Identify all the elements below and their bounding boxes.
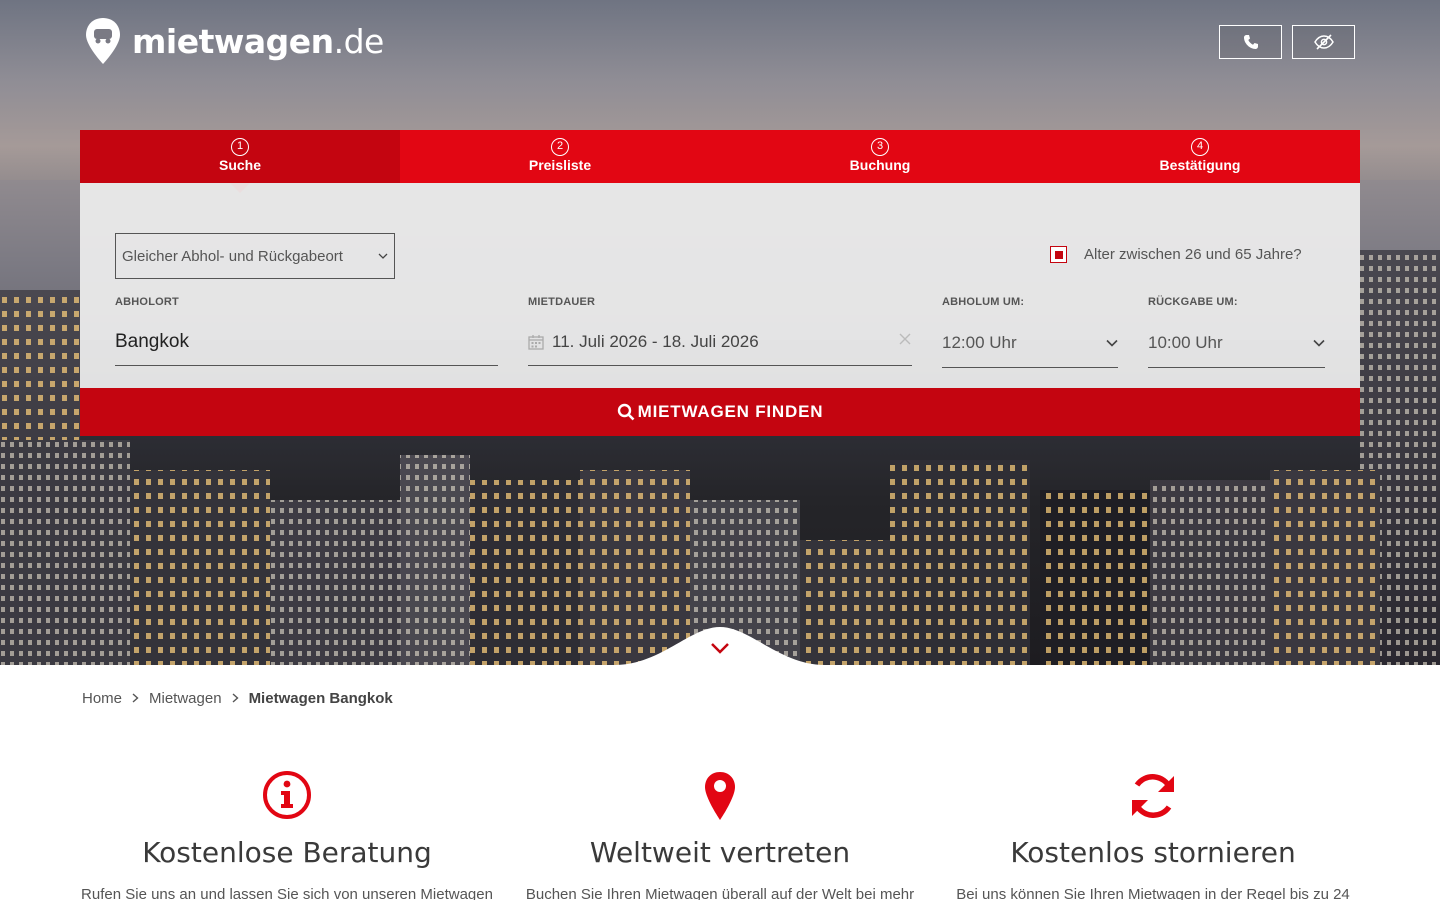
step-number: 4 [1191, 138, 1209, 156]
feature-free-advice: Kostenlose Beratung Rufen Sie uns an und… [72, 770, 502, 900]
privacy-toggle-button[interactable] [1292, 25, 1355, 59]
rental-duration-label: MIETDAUER [528, 296, 596, 308]
eye-slash-icon [1313, 34, 1334, 50]
feature-title: Weltweit vertreten [589, 836, 851, 869]
chevron-right-icon [232, 692, 239, 706]
pickup-location-label: ABHOLORT [115, 296, 179, 308]
step-label: Bestätigung [1159, 157, 1241, 173]
chevron-down-icon [711, 643, 729, 654]
chevron-down-icon [1106, 339, 1118, 347]
pickup-time-label: ABHOLUM UM: [942, 296, 1025, 308]
rental-duration-value: 11. Juli 2026 - 18. Juli 2026 [552, 331, 759, 351]
step-label: Suche [218, 157, 261, 173]
step-bestaetigung[interactable]: 4 Bestätigung [1040, 130, 1360, 183]
pickup-time-value: 12:00 Uhr [942, 332, 1017, 352]
return-location-value: Gleicher Abhol- und Rückgabeort [122, 247, 343, 265]
feature-title: Kostenlos stornieren [1010, 836, 1296, 869]
chevron-down-icon [378, 253, 388, 259]
phone-button[interactable] [1219, 25, 1282, 59]
return-time-label: RÜCKGABE UM: [1148, 296, 1238, 308]
step-number: 1 [231, 138, 249, 156]
checkbox-box[interactable] [1050, 246, 1067, 263]
info-circle-icon [263, 771, 311, 819]
feature-worldwide: Weltweit vertreten Buchen Sie Ihren Miet… [505, 770, 935, 900]
chevron-right-icon [132, 692, 139, 706]
scroll-down-button[interactable] [705, 636, 735, 660]
site-logo[interactable]: mietwagen.de [84, 16, 384, 66]
logo-wordmark: mietwagen.de [132, 22, 384, 61]
feature-text: Bei uns können Sie Ihren Mietwagen in de… [956, 886, 1350, 900]
clear-icon[interactable] [898, 332, 912, 346]
feature-text: Rufen Sie uns an und lassen Sie sich von… [81, 886, 493, 900]
find-cars-label: MIETWAGEN FINDEN [637, 402, 824, 421]
step-suche[interactable]: 1 Suche [80, 130, 400, 193]
breadcrumb-current: Mietwagen Bangkok [248, 690, 393, 707]
age-checkbox[interactable]: Alter zwischen 26 und 65 Jahre? [1050, 246, 1302, 263]
feature-text: Buchen Sie Ihren Mietwagen überall auf d… [525, 886, 915, 900]
map-marker-icon [705, 772, 735, 820]
pickup-location-input[interactable]: Bangkok [115, 318, 498, 366]
step-number: 2 [551, 138, 569, 156]
search-icon [617, 403, 635, 421]
logo-tld: .de [333, 21, 385, 61]
calendar-icon [528, 334, 544, 350]
step-label: Buchung [849, 157, 911, 173]
pickup-time-select[interactable]: 12:00 Uhr [942, 318, 1118, 368]
refresh-icon [1132, 774, 1174, 818]
logo-main: mietwagen [132, 21, 334, 61]
pickup-location-value: Bangkok [115, 330, 189, 352]
return-time-select[interactable]: 10:00 Uhr [1148, 318, 1325, 368]
search-widget: 1 Suche 2 Preisliste 3 Buchung 4 Bestäti… [80, 130, 1360, 436]
step-label: Preisliste [528, 157, 592, 173]
step-number: 3 [871, 138, 889, 156]
step-buchung[interactable]: 3 Buchung [720, 130, 1040, 183]
car-pin-icon [86, 18, 120, 64]
phone-icon [1243, 35, 1258, 49]
breadcrumb: Home Mietwagen Mietwagen Bangkok [82, 690, 393, 707]
return-time-value: 10:00 Uhr [1148, 332, 1223, 352]
step-preisliste[interactable]: 2 Preisliste [400, 130, 720, 183]
feature-title: Kostenlose Beratung [142, 836, 432, 869]
chevron-down-icon [1313, 339, 1325, 347]
rental-duration-input[interactable]: 11. Juli 2026 - 18. Juli 2026 [528, 318, 912, 366]
feature-free-cancellation: Kostenlos stornieren Bei uns können Sie … [938, 770, 1368, 900]
breadcrumb-mietwagen[interactable]: Mietwagen [149, 690, 222, 707]
search-form: Gleicher Abhol- und Rückgabeort Alter zw… [80, 183, 1360, 388]
find-cars-button[interactable]: MIETWAGEN FINDEN [80, 388, 1360, 436]
return-location-select[interactable]: Gleicher Abhol- und Rückgabeort [115, 233, 395, 279]
breadcrumb-home[interactable]: Home [82, 690, 122, 707]
age-checkbox-label: Alter zwischen 26 und 65 Jahre? [1084, 246, 1302, 263]
booking-steps: 1 Suche 2 Preisliste 3 Buchung 4 Bestäti… [80, 130, 1360, 193]
